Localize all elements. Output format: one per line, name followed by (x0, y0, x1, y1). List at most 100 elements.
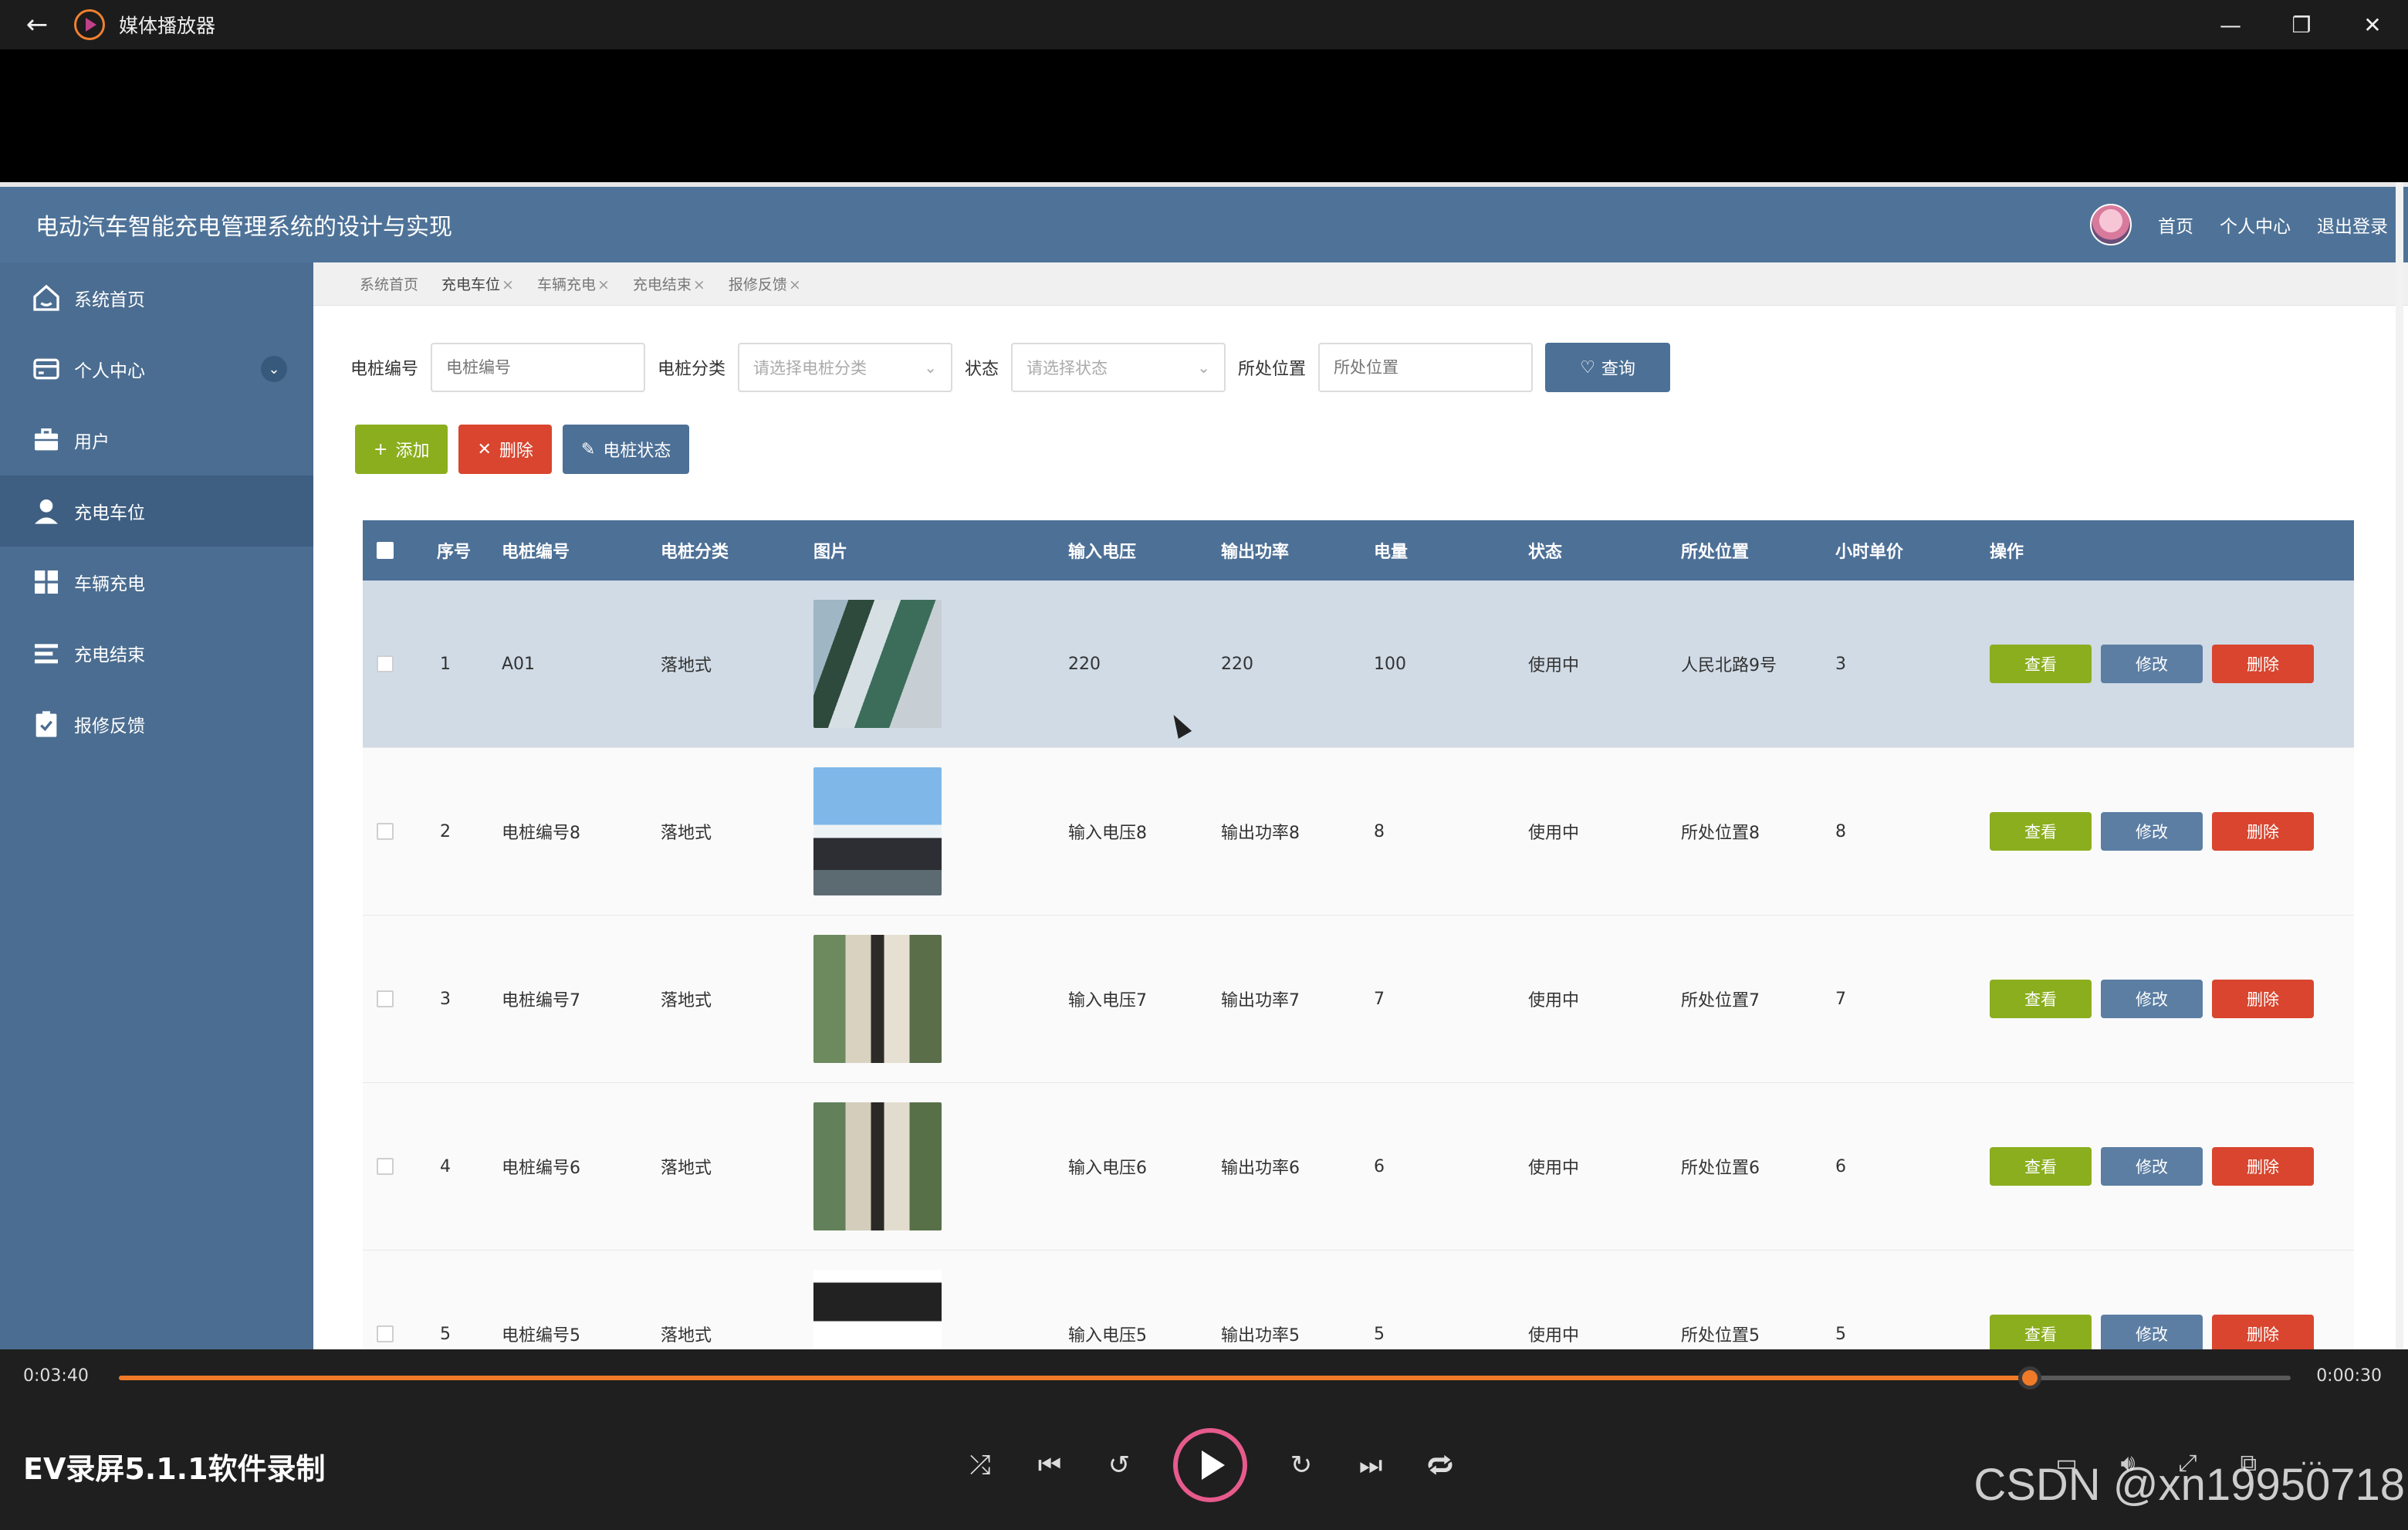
category-label: 电桩分类 (658, 360, 726, 379)
minimize-button[interactable]: — (2195, 0, 2266, 49)
close-icon[interactable]: × (502, 276, 514, 293)
previous-icon[interactable]: ⏮ (1034, 1450, 1065, 1481)
sidebar-item-label: 车辆充电 (74, 574, 145, 594)
back-button[interactable]: ← (0, 0, 74, 49)
row-checkbox[interactable] (377, 655, 394, 672)
view-button[interactable]: 查看 (1990, 980, 2092, 1018)
header-price: 小时单价 (1835, 543, 1904, 562)
cell-code: A01 (502, 654, 536, 674)
table-row[interactable]: 3 电桩编号7 落地式 输入电压7 输出功率7 7 使用中 所处位置7 7 查看… (363, 916, 2354, 1083)
restore-button[interactable]: ❐ (2266, 0, 2337, 49)
batch-delete-button[interactable]: ✕ 删除 (458, 425, 552, 474)
cell-voltage: 输入电压5 (1068, 1326, 1147, 1346)
edit-button[interactable]: 修改 (2101, 980, 2203, 1018)
sidebar-item-profile[interactable]: 个人中心 ⌄ (0, 333, 313, 405)
pile-status-button[interactable]: ✎ 电桩状态 (562, 425, 690, 474)
header-link-home[interactable]: 首页 (2158, 212, 2193, 238)
edit-button[interactable]: 修改 (2101, 812, 2203, 851)
delete-button[interactable]: 删除 (2212, 1147, 2314, 1186)
window-title: 媒体播放器 (119, 15, 216, 37)
cell-price: 3 (1835, 654, 1846, 674)
tab-home[interactable]: 系统首页 (360, 273, 418, 294)
pencil-icon: ✎ (580, 439, 596, 459)
repeat-icon[interactable]: 🔁︎ (1425, 1446, 1456, 1484)
cell-index: 3 (440, 989, 451, 1009)
tab-vehicle-charging[interactable]: 车辆充电 × (537, 273, 610, 294)
status-select[interactable]: 请选择状态 ⌄ (1011, 343, 1226, 392)
table-row[interactable]: 2 电桩编号8 落地式 输入电压8 输出功率8 8 使用中 所处位置8 8 查看… (363, 748, 2354, 916)
delete-button[interactable]: 删除 (2212, 980, 2314, 1018)
cell-code: 电桩编号7 (502, 991, 580, 1010)
table-row[interactable]: 1 A01 落地式 220 220 100 使用中 人民北路9号 3 查看 修改… (363, 581, 2354, 748)
edit-button[interactable]: 修改 (2101, 1315, 2203, 1349)
header-link-profile[interactable]: 个人中心 (2220, 212, 2291, 238)
seek-bar[interactable] (119, 1366, 2291, 1390)
app-title: 电动汽车智能充电管理系统的设计与实现 (36, 214, 452, 241)
code-input[interactable] (431, 343, 646, 392)
tab-bar: 系统首页 充电车位 × 车辆充电 × 充电结束 × 报修反馈 × (313, 262, 2408, 306)
pile-photo[interactable] (813, 1102, 942, 1230)
close-button[interactable]: ✕ (2337, 0, 2408, 49)
close-icon[interactable]: × (597, 276, 610, 293)
row-checkbox[interactable] (377, 1325, 394, 1342)
row-checkbox[interactable] (377, 823, 394, 840)
home-icon (29, 281, 63, 315)
sidebar-item-home[interactable]: 系统首页 (0, 262, 313, 333)
select-all-checkbox[interactable] (377, 542, 394, 559)
row-checkbox[interactable] (377, 990, 394, 1007)
view-button[interactable]: 查看 (1990, 1147, 2092, 1186)
header-link-logout[interactable]: 退出登录 (2317, 212, 2388, 238)
cell-voltage: 输入电压8 (1068, 824, 1147, 843)
tab-repair-feedback[interactable]: 报修反馈 × (729, 273, 801, 294)
avatar[interactable] (2090, 204, 2132, 245)
sidebar-item-label: 报修反馈 (74, 716, 145, 736)
rewind-10-icon[interactable]: ↺ (1104, 1450, 1135, 1481)
pile-photo[interactable] (813, 935, 942, 1063)
shuffle-icon[interactable]: ⤮ (965, 1450, 996, 1481)
remaining-time: 0:00:30 (2316, 1366, 2382, 1386)
cell-voltage: 220 (1068, 654, 1101, 674)
table-row[interactable]: 5 电桩编号5 落地式 输入电压5 输出功率5 5 使用中 所处位置5 5 查看… (363, 1251, 2354, 1349)
cell-category: 落地式 (661, 824, 712, 843)
close-icon[interactable]: × (789, 276, 801, 293)
header-actions: 操作 (1990, 543, 2024, 562)
edit-button[interactable]: 修改 (2101, 1147, 2203, 1186)
view-button[interactable]: 查看 (1990, 645, 2092, 683)
pile-photo[interactable] (813, 600, 942, 728)
cell-price: 8 (1835, 821, 1846, 841)
sidebar-item-vehicle-charging[interactable]: 车辆充电 (0, 547, 313, 618)
query-button[interactable]: ♡ 查询 (1545, 343, 1671, 392)
next-icon[interactable]: ⏭ (1355, 1450, 1386, 1481)
tab-charging-spot[interactable]: 充电车位 × (441, 273, 514, 294)
delete-button[interactable]: 删除 (2212, 812, 2314, 851)
sidebar-item-charging-end[interactable]: 充电结束 (0, 618, 313, 689)
chevron-down-icon[interactable]: ⌄ (261, 356, 287, 382)
location-input[interactable] (1318, 343, 1534, 392)
chevron-down-icon: ⌄ (924, 358, 938, 377)
close-icon: ✕ (477, 439, 492, 459)
row-checkbox[interactable] (377, 1158, 394, 1175)
delete-button[interactable]: 删除 (2212, 645, 2314, 683)
tab-charging-end[interactable]: 充电结束 × (633, 273, 705, 294)
forward-30-icon[interactable]: ↻ (1286, 1450, 1317, 1481)
sidebar-item-charging-spot[interactable]: 充电车位 (0, 476, 313, 547)
header-code: 电桩编号 (502, 543, 570, 562)
cell-location: 所处位置8 (1681, 824, 1760, 843)
sidebar-item-repair-feedback[interactable]: 报修反馈 (0, 689, 313, 760)
view-button[interactable]: 查看 (1990, 1315, 2092, 1349)
content-scrollbar[interactable] (2396, 182, 2403, 1349)
cell-location: 所处位置7 (1681, 991, 1760, 1010)
pile-photo[interactable] (813, 767, 942, 895)
sidebar-item-users[interactable]: 用户 (0, 405, 313, 476)
table-row[interactable]: 4 电桩编号6 落地式 输入电压6 输出功率6 6 使用中 所处位置6 6 查看… (363, 1083, 2354, 1251)
play-button[interactable] (1173, 1428, 1247, 1502)
close-icon[interactable]: × (693, 276, 705, 293)
delete-button[interactable]: 删除 (2212, 1315, 2314, 1349)
add-button[interactable]: + 添加 (355, 425, 448, 474)
edit-button[interactable]: 修改 (2101, 645, 2203, 683)
pile-photo[interactable] (813, 1270, 942, 1349)
view-button[interactable]: 查看 (1990, 812, 2092, 851)
category-select[interactable]: 请选择电桩分类 ⌄ (738, 343, 953, 392)
sidebar-item-label: 充电车位 (74, 503, 145, 523)
seek-handle[interactable] (2018, 1366, 2042, 1390)
